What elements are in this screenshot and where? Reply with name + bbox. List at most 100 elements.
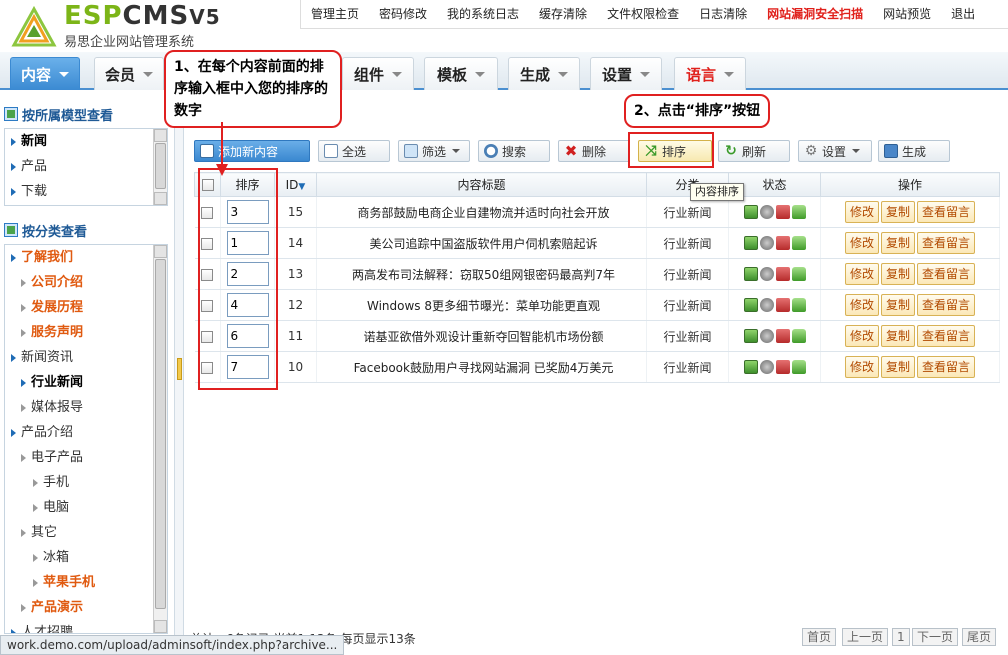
scroll-thumb[interactable]	[155, 259, 166, 609]
row-title-link[interactable]: 两高发布司法解释：窃取50组网银密码最高判7年	[316, 258, 647, 290]
tab-members[interactable]: 会员	[94, 57, 164, 90]
image-icon[interactable]	[743, 205, 758, 220]
edit-button[interactable]: 修改	[844, 201, 879, 223]
page-number-button[interactable]: 1	[892, 628, 910, 646]
sidebar-category-scrollbar[interactable]	[153, 245, 167, 633]
link-icon[interactable]	[759, 236, 774, 251]
lock-icon[interactable]	[791, 267, 806, 282]
view-comments-button[interactable]: 查看留言	[917, 325, 976, 347]
image-icon[interactable]	[743, 298, 758, 313]
link-icon[interactable]	[759, 360, 774, 375]
topnav-password[interactable]: 密码修改	[369, 0, 437, 28]
edit-button[interactable]: 修改	[844, 325, 879, 347]
scroll-up-icon[interactable]	[154, 129, 167, 142]
topnav-home[interactable]: 管理主页	[301, 0, 369, 28]
copy-button[interactable]: 复制	[880, 294, 915, 316]
refresh-button[interactable]: ↻ 刷新	[718, 140, 790, 162]
lock-icon[interactable]	[791, 329, 806, 344]
sidebar-item-computers[interactable]: 电脑	[5, 495, 167, 520]
view-comments-button[interactable]: 查看留言	[917, 356, 976, 378]
sidebar-item-phones[interactable]: 手机	[5, 470, 167, 495]
topnav-mylog[interactable]: 我的系统日志	[437, 0, 529, 28]
sidebar-item-about[interactable]: 了解我们	[5, 245, 167, 270]
lock-icon[interactable]	[791, 360, 806, 375]
image-icon[interactable]	[743, 329, 758, 344]
topnav-preview[interactable]: 网站预览	[873, 0, 941, 28]
first-page-button[interactable]: 首页	[802, 628, 837, 646]
tab-settings[interactable]: 设置	[590, 57, 662, 90]
sidebar-item-products-intro[interactable]: 产品介绍	[5, 420, 167, 445]
view-comments-button[interactable]: 查看留言	[917, 294, 976, 316]
settings-button[interactable]: ⚙ 设置	[798, 140, 872, 162]
link-icon[interactable]	[759, 298, 774, 313]
edit-button[interactable]: 修改	[844, 294, 879, 316]
prev-page-button[interactable]: 上一页	[842, 628, 889, 646]
sidebar-item-media[interactable]: 媒体报导	[5, 395, 167, 420]
view-comments-button[interactable]: 查看留言	[917, 263, 976, 285]
copy-button[interactable]: 复制	[880, 201, 915, 223]
logo[interactable]: ESPCMSV5 易思企业网站管理系统	[8, 3, 221, 50]
sidebar-item-downloads[interactable]: 下载	[5, 179, 167, 204]
row-title-link[interactable]: 商务部鼓励电商企业自建物流并适时向社会开放	[316, 196, 647, 228]
cart-icon[interactable]	[775, 236, 790, 251]
next-page-button[interactable]: 下一页	[912, 628, 959, 646]
cart-icon[interactable]	[775, 205, 790, 220]
last-page-button[interactable]: 尾页	[962, 628, 997, 646]
link-icon[interactable]	[759, 267, 774, 282]
tab-components[interactable]: 组件	[342, 57, 414, 90]
topnav-logout[interactable]: 退出	[941, 0, 985, 28]
filter-button[interactable]: 筛选	[398, 140, 470, 162]
sidebar-item-others[interactable]: 其它	[5, 520, 167, 545]
sidebar-item-company[interactable]: 公司介绍	[5, 270, 167, 295]
cart-icon[interactable]	[775, 360, 790, 375]
tab-content[interactable]: 内容	[10, 57, 80, 90]
scroll-down-icon[interactable]	[154, 620, 167, 633]
tab-generate[interactable]: 生成	[508, 57, 580, 90]
copy-button[interactable]: 复制	[880, 232, 915, 254]
scroll-thumb[interactable]	[155, 143, 166, 189]
lock-icon[interactable]	[791, 298, 806, 313]
row-title-link[interactable]: 诺基亚欲借外观设计重新夺回智能机市场份额	[316, 320, 647, 352]
link-icon[interactable]	[759, 205, 774, 220]
sidebar-splitter[interactable]	[174, 96, 184, 636]
image-icon[interactable]	[743, 236, 758, 251]
row-title-link[interactable]: Facebook鼓励用户寻找网站漏洞 已奖励4万美元	[316, 351, 647, 383]
topnav-clear-cache[interactable]: 缓存清除	[529, 0, 597, 28]
link-icon[interactable]	[759, 329, 774, 344]
sidebar-item-iphone[interactable]: 苹果手机	[5, 570, 167, 595]
sidebar-item-newsinfo[interactable]: 新闻资讯	[5, 345, 167, 370]
sidebar-item-service[interactable]: 服务声明	[5, 320, 167, 345]
generate-button[interactable]: 生成	[878, 140, 950, 162]
scroll-up-icon[interactable]	[154, 245, 167, 258]
copy-button[interactable]: 复制	[880, 325, 915, 347]
select-all-button[interactable]: 全选	[318, 140, 390, 162]
sidebar-item-electronics[interactable]: 电子产品	[5, 445, 167, 470]
sidebar-item-news[interactable]: 新闻	[5, 129, 167, 154]
header-id[interactable]: ID▼	[274, 172, 317, 197]
sidebar-item-industry-news[interactable]: 行业新闻	[5, 370, 167, 395]
image-icon[interactable]	[743, 267, 758, 282]
lock-icon[interactable]	[791, 236, 806, 251]
cart-icon[interactable]	[775, 298, 790, 313]
row-title-link[interactable]: 美公司追踪中国盗版软件用户伺机索赔起诉	[316, 227, 647, 259]
add-content-button[interactable]: 添加新内容	[194, 140, 310, 162]
cart-icon[interactable]	[775, 267, 790, 282]
view-comments-button[interactable]: 查看留言	[917, 232, 976, 254]
view-comments-button[interactable]: 查看留言	[917, 201, 976, 223]
topnav-clear-log[interactable]: 日志清除	[689, 0, 757, 28]
sidebar-item-demo[interactable]: 产品演示	[5, 595, 167, 620]
sidebar-item-history[interactable]: 发展历程	[5, 295, 167, 320]
lock-icon[interactable]	[791, 205, 806, 220]
tab-templates[interactable]: 模板	[424, 57, 498, 90]
collapse-handle-icon[interactable]	[177, 358, 182, 380]
sidebar-item-fridge[interactable]: 冰箱	[5, 545, 167, 570]
scroll-down-icon[interactable]	[154, 192, 167, 205]
topnav-file-permission[interactable]: 文件权限检查	[597, 0, 689, 28]
edit-button[interactable]: 修改	[844, 263, 879, 285]
delete-button[interactable]: ✖ 删除	[558, 140, 630, 162]
edit-button[interactable]: 修改	[844, 356, 879, 378]
sidebar-item-products[interactable]: 产品	[5, 154, 167, 179]
cart-icon[interactable]	[775, 329, 790, 344]
search-button[interactable]: 搜索	[478, 140, 550, 162]
edit-button[interactable]: 修改	[844, 232, 879, 254]
